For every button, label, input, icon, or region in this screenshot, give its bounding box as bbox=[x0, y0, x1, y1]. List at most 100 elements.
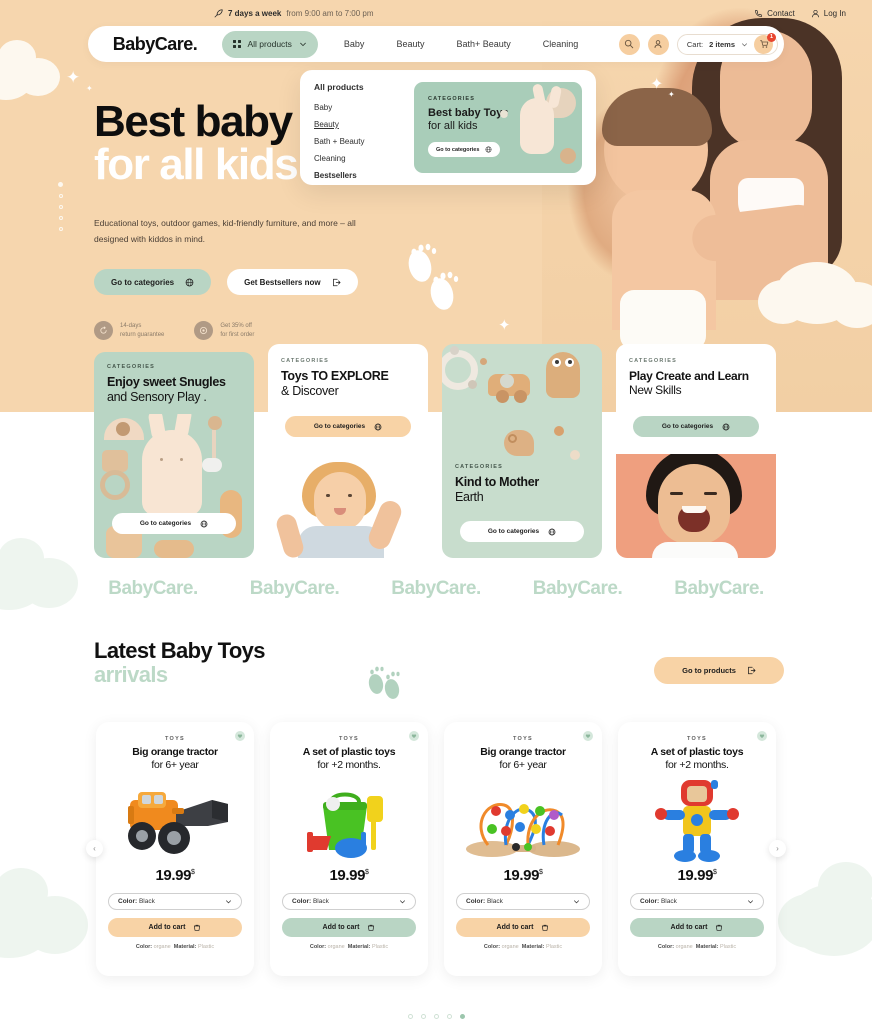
product-card[interactable]: TOYS A set of plastic toys for +2 months… bbox=[618, 722, 776, 976]
product-name: Big orange tractor for 6+ year bbox=[108, 746, 242, 771]
pagination-dot[interactable] bbox=[433, 1014, 439, 1019]
select-prefix: Color: bbox=[292, 898, 312, 906]
globe-icon bbox=[722, 423, 730, 430]
category-title-bold: Kind to Mother bbox=[455, 475, 539, 489]
nav-link-baby[interactable]: Baby bbox=[344, 39, 365, 49]
hero-cta-group: Go to categories Get Bestsellers now bbox=[94, 269, 514, 296]
cart-icon-button[interactable]: 1 bbox=[754, 32, 776, 54]
category-card-snugles[interactable]: CATEGORIES Enjoy sweet Snugles and Senso… bbox=[94, 352, 254, 558]
brand-logo[interactable]: BabyCare. bbox=[88, 34, 222, 55]
mega-menu-promo[interactable]: CATEGORIES Best baby Toys for all kids G… bbox=[414, 82, 582, 173]
category-image-child bbox=[268, 454, 428, 558]
product-currency: $ bbox=[713, 869, 717, 877]
contact-link[interactable]: Contact bbox=[754, 9, 795, 18]
category-card-explore[interactable]: CATEGORIES Toys TO EXPLORE & Discover Go… bbox=[268, 344, 428, 558]
carousel-next-button[interactable]: › bbox=[769, 840, 786, 857]
category-card-play-create[interactable]: CATEGORIES Play Create and Learn New Ski… bbox=[616, 344, 776, 558]
heart-icon bbox=[411, 734, 417, 738]
mega-promo-cta-label: Go to categories bbox=[436, 146, 480, 153]
heart-icon bbox=[759, 734, 765, 738]
meta-material-label: Material: bbox=[695, 944, 719, 951]
category-cta-play-create[interactable]: Go to categories bbox=[633, 416, 759, 437]
mega-item-bestsellers[interactable]: Bestsellers bbox=[314, 171, 402, 180]
go-to-products-button[interactable]: Go to products bbox=[654, 657, 784, 684]
favorite-button[interactable] bbox=[583, 731, 593, 741]
chevron-down-icon bbox=[300, 42, 306, 47]
add-to-cart-label: Add to cart bbox=[670, 924, 708, 932]
external-link-icon bbox=[748, 666, 756, 675]
product-name: A set of plastic toys for +2 months. bbox=[282, 746, 416, 771]
pagination-dot[interactable] bbox=[420, 1014, 426, 1019]
cart-widget[interactable]: Cart: 2 items 1 bbox=[676, 32, 778, 55]
product-tag: TOYS bbox=[338, 736, 360, 742]
login-link[interactable]: Log In bbox=[811, 9, 846, 18]
product-meta: Color: organe Material: Plastic bbox=[282, 944, 416, 950]
go-to-products-wrapper: Go to products bbox=[654, 657, 784, 684]
product-card[interactable]: TOYS Big orange tractor for 6+ year 19.9… bbox=[96, 722, 254, 976]
hero-secondary-cta-label: Get Bestsellers now bbox=[244, 277, 321, 287]
category-cta-label: Go to categories bbox=[313, 423, 366, 430]
product-color-select[interactable]: Color: Black bbox=[630, 893, 764, 911]
category-cta-explore[interactable]: Go to categories bbox=[285, 416, 411, 437]
mega-item-bath-beauty[interactable]: Bath + Beauty bbox=[314, 137, 402, 146]
discount-icon bbox=[194, 321, 214, 341]
product-card[interactable]: TOYS Big orange tractor for 6+ year 19.9… bbox=[444, 722, 602, 976]
mega-item-cleaning[interactable]: Cleaning bbox=[314, 154, 402, 163]
category-title: Enjoy sweet Snugles and Sensory Play . bbox=[107, 375, 241, 405]
product-color-select[interactable]: Color: Black bbox=[456, 893, 590, 911]
meta-color-value: organe bbox=[327, 944, 345, 951]
search-button[interactable] bbox=[618, 33, 640, 55]
nav-link-beauty[interactable]: Beauty bbox=[396, 39, 424, 49]
search-icon bbox=[625, 39, 634, 49]
cart-icon bbox=[368, 924, 375, 931]
product-color-select[interactable]: Color: Black bbox=[282, 893, 416, 911]
add-to-cart-button[interactable]: Add to cart bbox=[282, 918, 416, 938]
account-button[interactable] bbox=[647, 33, 669, 55]
pagination-dot-active[interactable] bbox=[459, 1014, 465, 1019]
hero-primary-cta[interactable]: Go to categories bbox=[94, 269, 212, 296]
meta-material-value: Plastic bbox=[545, 944, 563, 951]
mega-item-beauty[interactable]: Beauty bbox=[314, 120, 402, 129]
add-to-cart-button[interactable]: Add to cart bbox=[456, 918, 590, 938]
pagination-dot[interactable] bbox=[446, 1014, 452, 1019]
favorite-button[interactable] bbox=[757, 731, 767, 741]
favorite-button[interactable] bbox=[409, 731, 419, 741]
carousel-prev-button[interactable]: ‹ bbox=[86, 840, 103, 857]
sparkle-icon: ✦ bbox=[66, 68, 81, 87]
meta-material-label: Material: bbox=[347, 944, 371, 951]
meta-color-label: Color: bbox=[483, 944, 501, 951]
perk-discount: Get 35% off for first order bbox=[194, 321, 254, 341]
add-to-cart-button[interactable]: Add to cart bbox=[630, 918, 764, 938]
category-title: Toys TO EXPLORE & Discover bbox=[281, 369, 415, 399]
product-meta: Color: organe Material: Plastic bbox=[456, 944, 590, 950]
product-card[interactable]: TOYS A set of plastic toys for +2 months… bbox=[270, 722, 428, 976]
meta-color-label: Color: bbox=[309, 944, 327, 951]
hero-subtitle: Educational toys, outdoor games, kid-fri… bbox=[94, 217, 356, 244]
mega-promo-title-light: for all kids bbox=[428, 119, 478, 132]
hero-secondary-cta[interactable]: Get Bestsellers now bbox=[227, 269, 358, 296]
mega-item-baby[interactable]: Baby bbox=[314, 103, 402, 112]
select-value: Black bbox=[312, 898, 329, 906]
category-cta-snugles[interactable]: Go to categories bbox=[112, 513, 236, 534]
category-card-mother-earth[interactable]: CATEGORIES Kind to Mother Earth Go to ca… bbox=[442, 344, 602, 558]
product-color-select[interactable]: Color: Black bbox=[108, 893, 242, 911]
perk-return: 14-days return guarantee bbox=[94, 321, 164, 341]
select-prefix: Color: bbox=[466, 898, 486, 906]
category-cta-mother-earth[interactable]: Go to categories bbox=[460, 521, 584, 542]
product-name-bold: Big orange tractor bbox=[132, 746, 218, 758]
nav-link-cleaning[interactable]: Cleaning bbox=[543, 39, 579, 49]
product-name-bold: A set of plastic toys bbox=[302, 746, 396, 758]
add-to-cart-button[interactable]: Add to cart bbox=[108, 918, 242, 938]
cart-icon bbox=[716, 924, 723, 931]
pagination-dot[interactable] bbox=[407, 1014, 413, 1019]
category-title: Play Create and Learn New Skills bbox=[629, 369, 763, 398]
mega-promo-cta[interactable]: Go to categories bbox=[428, 142, 501, 158]
product-name-bold: A set of plastic toys bbox=[650, 746, 744, 758]
category-title-light: New Skills bbox=[629, 383, 682, 398]
product-image bbox=[108, 775, 242, 867]
footprints-icon bbox=[368, 666, 400, 699]
all-products-dropdown[interactable]: All products bbox=[222, 30, 318, 58]
chevron-down-icon bbox=[748, 900, 753, 904]
favorite-button[interactable] bbox=[235, 731, 245, 741]
nav-link-bath-beauty[interactable]: Bath+ Beauty bbox=[456, 39, 510, 49]
